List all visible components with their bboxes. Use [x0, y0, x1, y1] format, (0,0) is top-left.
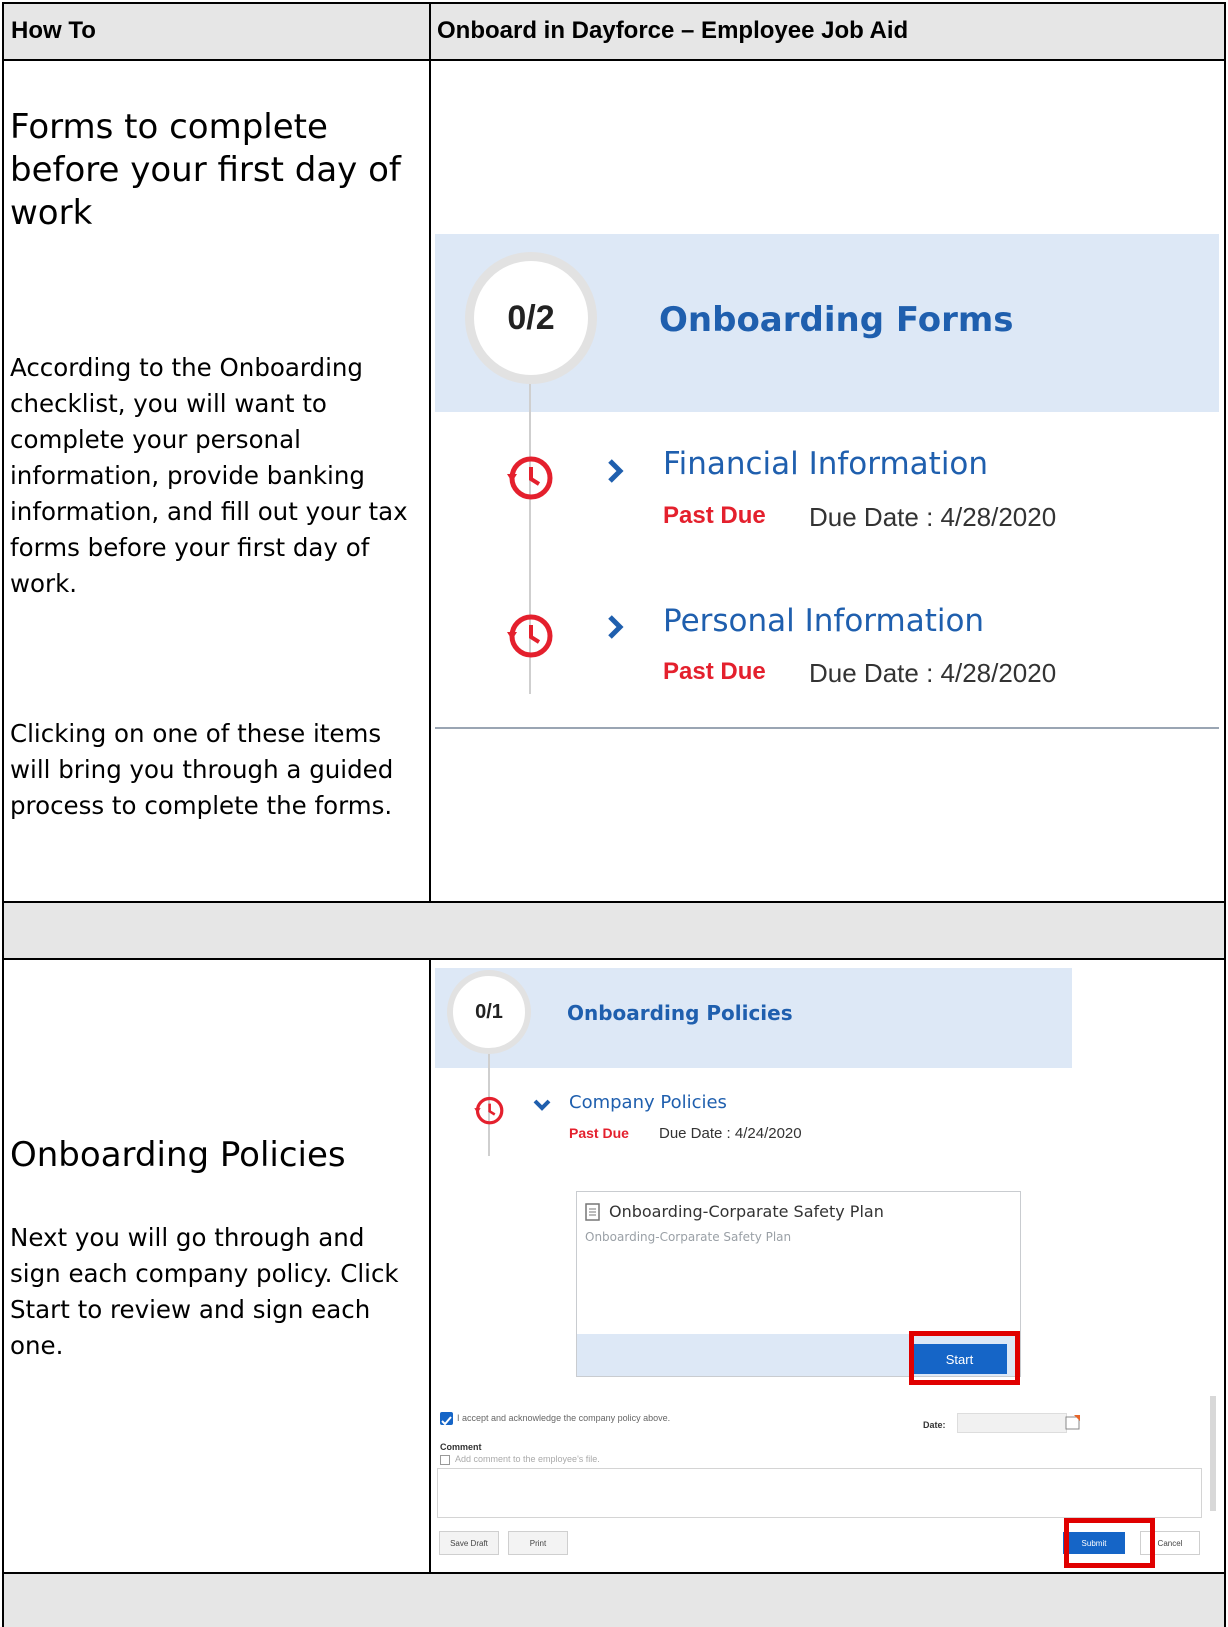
submit-button-highlight — [1064, 1518, 1155, 1568]
item2-due-date: Due Date : 4/28/2020 — [809, 658, 1057, 688]
border-header-bottom — [2, 59, 1226, 61]
chevron-right-icon[interactable] — [605, 612, 627, 642]
spacer-row — [4, 903, 1224, 958]
document-icon — [585, 1202, 601, 1222]
item1-due-date: Due Date : 4/28/2020 — [809, 502, 1057, 532]
item1-status: Past Due — [663, 502, 766, 529]
comment-checkbox[interactable] — [440, 1455, 450, 1465]
date-label: Date: — [923, 1420, 946, 1430]
section2-title: Onboarding Policies — [10, 1135, 346, 1175]
date-input[interactable] — [957, 1413, 1067, 1433]
calendar-icon[interactable] — [1065, 1414, 1081, 1430]
section1-paragraph-2: Clicking on one of these items will brin… — [10, 719, 394, 820]
comment-hint: Add comment to the employee's file. — [455, 1454, 600, 1464]
item2-status: Past Due — [663, 658, 766, 685]
footer-row — [4, 1574, 1224, 1627]
policy-card-subtitle: Onboarding-Corparate Safety Plan — [585, 1230, 792, 1244]
section2-paragraph-1: Next you will go through and sign each c… — [10, 1223, 399, 1360]
start-button-highlight — [909, 1331, 1020, 1385]
chevron-down-icon[interactable] — [532, 1097, 552, 1113]
chevron-right-icon[interactable] — [605, 456, 627, 486]
onboarding-policies-heading: Onboarding Policies — [567, 1001, 793, 1025]
item-company-policies[interactable]: Company Policies — [569, 1092, 727, 1113]
section1-title: Forms to complete before your first day … — [10, 107, 401, 233]
comment-textarea[interactable] — [437, 1468, 1202, 1518]
onboarding-forms-screenshot: 0/2 Onboarding Forms Financial Informati… — [435, 234, 1219, 729]
accept-text: I accept and acknowledge the company pol… — [457, 1413, 671, 1423]
bottom-divider — [435, 727, 1219, 729]
header-title: Onboard in Dayforce – Employee Job Aid — [437, 17, 909, 44]
section1-paragraph-1: According to the Onboarding checklist, y… — [10, 353, 408, 598]
save-draft-button[interactable]: Save Draft — [439, 1531, 499, 1555]
comment-label: Comment — [440, 1442, 482, 1452]
past-due-clock-icon — [505, 610, 555, 660]
past-due-clock-icon — [473, 1094, 505, 1126]
company-policies-due-date: Due Date : 4/24/2020 — [659, 1125, 802, 1142]
scrollbar[interactable] — [1210, 1396, 1216, 1511]
progress-ring: 0/1 — [447, 970, 531, 1054]
policy-card-title[interactable]: Onboarding-Corparate Safety Plan — [609, 1202, 884, 1221]
item-personal-information[interactable]: Personal Information — [663, 603, 984, 639]
border-row1-bottom — [2, 901, 1226, 903]
progress-ring: 0/2 — [465, 252, 597, 384]
border-right — [1224, 2, 1226, 1627]
border-top — [2, 2, 1226, 4]
border-row2-bottom — [2, 1572, 1226, 1574]
company-policies-status: Past Due — [569, 1125, 629, 1141]
print-button[interactable]: Print — [508, 1531, 568, 1555]
border-spacer-bottom — [2, 958, 1226, 960]
onboarding-forms-heading: Onboarding Forms — [659, 300, 1014, 340]
border-left — [2, 2, 4, 1627]
past-due-clock-icon — [505, 452, 555, 502]
header-how-to: How To — [11, 17, 96, 44]
item-financial-information[interactable]: Financial Information — [663, 446, 988, 482]
column-divider-1 — [429, 2, 431, 903]
accept-checkbox[interactable] — [440, 1412, 453, 1426]
column-divider-2 — [429, 958, 431, 1574]
onboarding-policies-screenshot: 0/1 Onboarding Policies Company Policies… — [435, 966, 1220, 1570]
